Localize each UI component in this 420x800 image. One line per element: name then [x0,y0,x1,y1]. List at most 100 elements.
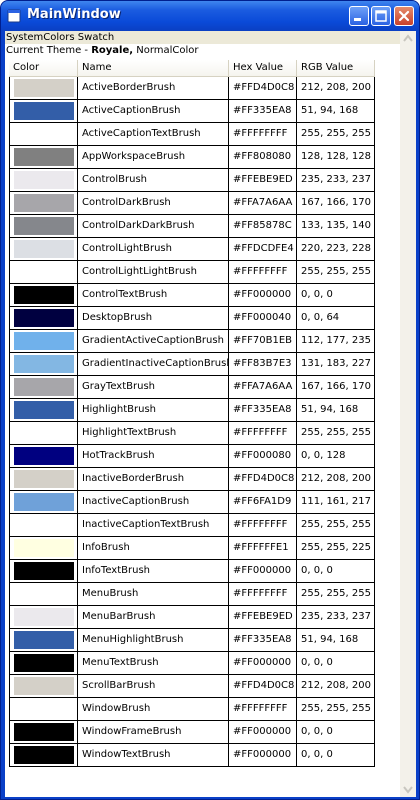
rgb-value-cell: 0, 0, 0 [297,284,375,307]
hex-value-cell: #FFEBE9ED [229,606,297,629]
table-row[interactable]: HighlightTextBrush #FFFFFFFF 255, 255, 255 [9,422,375,445]
close-button[interactable] [394,6,414,26]
color-cell [9,123,78,146]
hex-value-cell: #FFD4D0C8 [229,675,297,698]
name-cell: ControlLightBrush [78,238,229,261]
table-row[interactable]: ActiveBorderBrush #FFD4D0C8 212, 208, 200 [9,77,375,100]
table-row[interactable]: MenuBrush #FFFFFFFF 255, 255, 255 [9,583,375,606]
table-row[interactable]: AppWorkspaceBrush #FF808080 128, 128, 128 [9,146,375,169]
name-cell: GrayTextBrush [78,376,229,399]
table-row[interactable]: InactiveCaptionBrush #FF6FA1D9 111, 161, 2… [9,491,375,514]
table-row[interactable]: InfoBrush #FFFFFFE1 255, 255, 225 [9,537,375,560]
swatch-heading: SystemColors Swatch [5,31,400,44]
rgb-value-cell: 235, 233, 237 [297,606,375,629]
rgb-value-cell: 128, 128, 128 [297,146,375,169]
table-row[interactable]: InfoTextBrush #FF000000 0, 0, 0 [9,560,375,583]
color-swatch [14,700,74,718]
table-row[interactable]: InactiveCaptionTextBrush #FFFFFFFF 255, 25… [9,514,375,537]
table-row[interactable]: MenuTextBrush #FF000000 0, 0, 0 [9,652,375,675]
table-row[interactable]: WindowFrameBrush #FF000000 0, 0, 0 [9,721,375,744]
rgb-value-cell: 255, 255, 255 [297,123,375,146]
name-cell: WindowBrush [78,698,229,721]
color-swatch [14,194,74,212]
table-row[interactable]: WindowBrush #FFFFFFFF 255, 255, 255 [9,698,375,721]
column-header-color[interactable]: Color [9,60,78,76]
table-row[interactable]: ActiveCaptionTextBrush #FFFFFFFF 255, 255,… [9,123,375,146]
name-cell: ActiveCaptionBrush [78,100,229,123]
color-swatch [14,148,74,166]
rgb-value-cell: 0, 0, 0 [297,560,375,583]
vertical-scrollbar[interactable] [400,31,416,797]
color-cell [9,583,78,606]
table-row[interactable]: InactiveBorderBrush #FFD4D0C8 212, 208, 20… [9,468,375,491]
name-cell: InfoTextBrush [78,560,229,583]
table-row[interactable]: MenuHighlightBrush #FF335EA8 51, 94, 168 [9,629,375,652]
color-cell [9,560,78,583]
color-swatch [14,240,74,258]
rgb-value-cell: 51, 94, 168 [297,399,375,422]
hex-value-cell: #FF335EA8 [229,399,297,422]
rgb-value-cell: 212, 208, 200 [297,468,375,491]
table-row[interactable]: DesktopBrush #FF000040 0, 0, 64 [9,307,375,330]
table-row[interactable]: HighlightBrush #FF335EA8 51, 94, 168 [9,399,375,422]
table-row[interactable]: HotTrackBrush #FF000080 0, 0, 128 [9,445,375,468]
rgb-value-cell: 131, 183, 227 [297,353,375,376]
hex-value-cell: #FFA7A6AA [229,192,297,215]
minimize-button[interactable] [349,6,369,26]
rgb-value-cell: 0, 0, 0 [297,721,375,744]
table-row[interactable]: ControlLightBrush #FFDCDFE4 220, 223, 228 [9,238,375,261]
table-row[interactable]: GrayTextBrush #FFA7A6AA 167, 166, 170 [9,376,375,399]
hex-value-cell: #FFFFFFFF [229,698,297,721]
name-cell: MenuHighlightBrush [78,629,229,652]
close-icon [398,10,410,22]
scroll-down-arrow-icon[interactable] [400,782,416,797]
rgb-value-cell: 212, 208, 200 [297,675,375,698]
table-row[interactable]: ScrollBarBrush #FFD4D0C8 212, 208, 200 [9,675,375,698]
color-cell [9,307,78,330]
table-row[interactable]: MenuBarBrush #FFEBE9ED 235, 233, 237 [9,606,375,629]
color-swatch [14,470,74,488]
rgb-value-cell: 167, 166, 170 [297,192,375,215]
table-row[interactable]: ControlBrush #FFEBE9ED 235, 233, 237 [9,169,375,192]
hex-value-cell: #FF335EA8 [229,100,297,123]
name-cell: ActiveBorderBrush [78,77,229,100]
color-swatch [14,562,74,580]
color-swatch [14,355,74,373]
color-swatch [14,401,74,419]
table-row[interactable]: ControlDarkBrush #FFA7A6AA 167, 166, 170 [9,192,375,215]
color-swatch [14,79,74,97]
rgb-value-cell: 255, 255, 255 [297,261,375,284]
color-cell [9,445,78,468]
name-cell: ControlTextBrush [78,284,229,307]
table-row[interactable]: WindowTextBrush #FF000000 0, 0, 0 [9,744,375,767]
column-header-rgb[interactable]: RGB Value [297,60,375,76]
column-header-name[interactable]: Name [78,60,229,76]
hex-value-cell: #FF000080 [229,445,297,468]
name-cell: MenuBarBrush [78,606,229,629]
rgb-value-cell: 0, 0, 128 [297,445,375,468]
table-row[interactable]: ControlDarkDarkBrush #FF85878C 133, 135, 1… [9,215,375,238]
color-cell [9,169,78,192]
scroll-content: SystemColors Swatch Current Theme - Roya… [5,31,400,797]
color-swatch [14,585,74,603]
title-bar[interactable]: MainWindow [1,1,419,31]
color-cell [9,146,78,169]
rgb-value-cell: 235, 233, 237 [297,169,375,192]
rgb-value-cell: 255, 255, 255 [297,422,375,445]
table-row[interactable]: GradientInactiveCaptionBrush #FF83B7E3 131… [9,353,375,376]
table-row[interactable]: GradientActiveCaptionBrush #FF70B1EB 112, … [9,330,375,353]
hex-value-cell: #FF85878C [229,215,297,238]
name-cell: ControlBrush [78,169,229,192]
scroll-up-arrow-icon[interactable] [400,31,416,46]
rgb-value-cell: 0, 0, 0 [297,744,375,767]
column-header-hex[interactable]: Hex Value [229,60,297,76]
table-row[interactable]: ControlTextBrush #FF000000 0, 0, 0 [9,284,375,307]
table-row[interactable]: ControlLightLightBrush #FFFFFFFF 255, 255,… [9,261,375,284]
table-row[interactable]: ActiveCaptionBrush #FF335EA8 51, 94, 168 [9,100,375,123]
maximize-button[interactable] [371,6,391,26]
color-swatch [14,723,74,741]
name-cell: InactiveCaptionTextBrush [78,514,229,537]
rgb-value-cell: 111, 161, 217 [297,491,375,514]
window-title: MainWindow [27,7,121,22]
color-cell [9,422,78,445]
